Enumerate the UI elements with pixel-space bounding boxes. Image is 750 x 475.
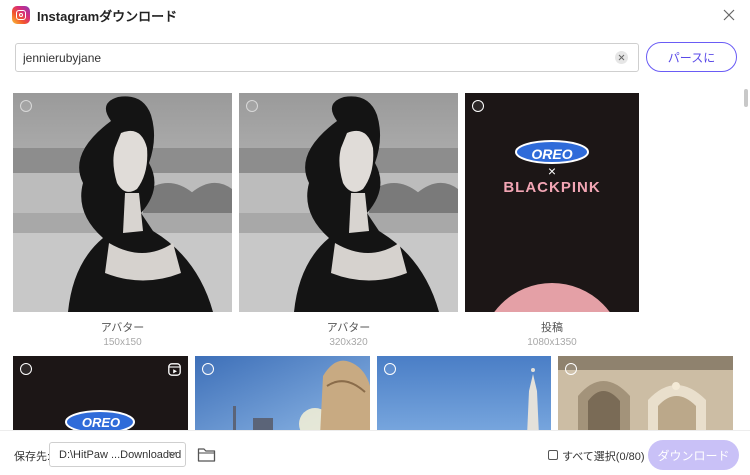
close-icon: [723, 9, 735, 21]
media-card-reel[interactable]: OREO: [13, 356, 188, 430]
save-path-value: D:\HitPaw ...Downloaded: [59, 449, 182, 461]
blackpink-logo: BLACKPINK: [503, 179, 601, 196]
select-checkbox[interactable]: [384, 363, 396, 375]
oreo-logo: OREO: [531, 146, 573, 162]
photo-thumbnail: [195, 356, 370, 430]
clear-search-button[interactable]: [615, 51, 628, 64]
select-checkbox[interactable]: [202, 363, 214, 375]
photo-thumbnail: [558, 356, 733, 430]
media-type-label: アバター: [100, 322, 145, 334]
folder-icon[interactable]: [197, 446, 216, 463]
collab-cross: ×: [547, 163, 557, 179]
search-input[interactable]: [23, 44, 603, 71]
download-button[interactable]: ダウンロード: [648, 440, 739, 470]
footer-bar: 保存先: D:\HitPaw ...Downloaded すべて選択(0/80)…: [0, 430, 750, 475]
media-type-label: 投稿: [541, 322, 563, 334]
select-checkbox[interactable]: [472, 100, 484, 112]
close-button[interactable]: [720, 6, 738, 24]
chevron-down-icon: [168, 451, 177, 457]
select-checkbox[interactable]: [20, 100, 32, 112]
select-checkbox[interactable]: [565, 363, 577, 375]
select-checkbox[interactable]: [20, 363, 32, 375]
media-card-arches[interactable]: [558, 356, 733, 430]
media-card-mosque-2[interactable]: [377, 356, 551, 430]
media-card-avatar-320[interactable]: [239, 93, 458, 312]
search-box: [15, 43, 639, 72]
media-card-post[interactable]: OREO × BLACKPINK: [465, 93, 639, 312]
media-card-mosque-1[interactable]: [195, 356, 370, 430]
oreo-logo: OREO: [81, 415, 121, 430]
save-path-select[interactable]: D:\HitPaw ...Downloaded: [49, 442, 186, 467]
select-all-label[interactable]: すべて選択(0/80): [562, 448, 645, 464]
select-all-checkbox[interactable]: [548, 450, 558, 460]
avatar-thumbnail: [13, 93, 232, 312]
select-checkbox[interactable]: [246, 100, 258, 112]
parse-button[interactable]: パースに: [646, 42, 737, 72]
media-card-avatar-150[interactable]: [13, 93, 232, 312]
clear-icon: [618, 54, 625, 61]
save-location-label: 保存先:: [14, 451, 51, 463]
title-bar: Instagramダウンロード: [0, 0, 750, 30]
reel-icon: [168, 363, 181, 376]
post-thumbnail: [465, 93, 639, 312]
media-size-label: 150x150: [103, 337, 142, 348]
instagram-icon: [12, 6, 30, 24]
photo-thumbnail: [377, 356, 551, 430]
media-type-label: アバター: [326, 322, 371, 334]
media-size-label: 320x320: [329, 337, 368, 348]
media-size-label: 1080x1350: [527, 337, 577, 348]
scrollbar-thumb[interactable]: [744, 89, 748, 107]
window-title: Instagramダウンロード: [37, 8, 178, 24]
avatar-thumbnail: [239, 93, 458, 312]
vertical-scrollbar[interactable]: [742, 84, 750, 430]
media-grid: アバター 150x150 アバター 320x320 OREO × BLACKPI…: [0, 84, 742, 430]
